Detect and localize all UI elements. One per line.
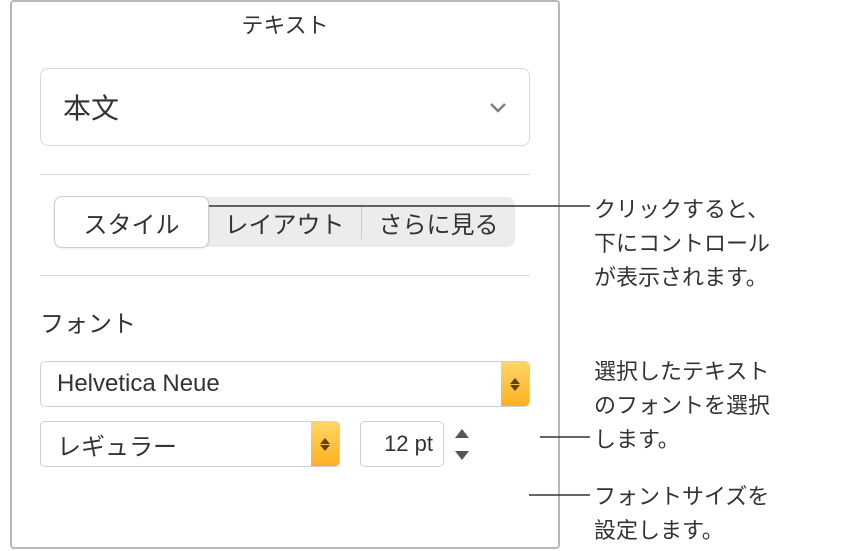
text-tabs: スタイル レイアウト さらに見る xyxy=(55,197,515,247)
font-weight-value: レギュラー xyxy=(41,422,311,466)
font-weight-dropdown[interactable]: レギュラー xyxy=(40,421,340,467)
font-style-row: レギュラー 12 pt xyxy=(40,421,530,467)
font-size-stepper xyxy=(450,421,474,467)
font-size-field[interactable]: 12 pt xyxy=(360,421,444,467)
tab-style[interactable]: スタイル xyxy=(54,196,209,248)
divider xyxy=(40,174,530,175)
tab-more[interactable]: さらに見る xyxy=(362,197,515,247)
annotation-font-size: フォントサイズを設定します。 xyxy=(594,480,769,548)
chevron-down-icon xyxy=(489,101,507,113)
font-family-dropdown[interactable]: Helvetica Neue xyxy=(40,361,530,407)
paragraph-style-value: 本文 xyxy=(63,87,119,127)
paragraph-style-dropdown[interactable]: 本文 xyxy=(40,68,530,146)
dropdown-arrows-icon xyxy=(501,362,529,406)
dropdown-arrows-icon xyxy=(311,422,339,466)
text-inspector-panel: テキスト 本文 スタイル レイアウト さらに見る フォント Helvetica … xyxy=(10,0,560,549)
font-size-down-button[interactable] xyxy=(450,445,474,465)
divider xyxy=(40,275,530,276)
annotation-font-family: 選択したテキストのフォントを選択します。 xyxy=(594,355,770,457)
panel-title: テキスト xyxy=(12,2,558,46)
font-family-value: Helvetica Neue xyxy=(41,362,501,406)
annotation-tabs: クリックすると、下にコントロールが表示されます。 xyxy=(594,193,770,295)
font-size-up-button[interactable] xyxy=(450,423,474,443)
font-size-group: 12 pt xyxy=(360,421,474,467)
tab-layout[interactable]: レイアウト xyxy=(208,197,361,247)
font-section-label: フォント xyxy=(40,304,530,339)
